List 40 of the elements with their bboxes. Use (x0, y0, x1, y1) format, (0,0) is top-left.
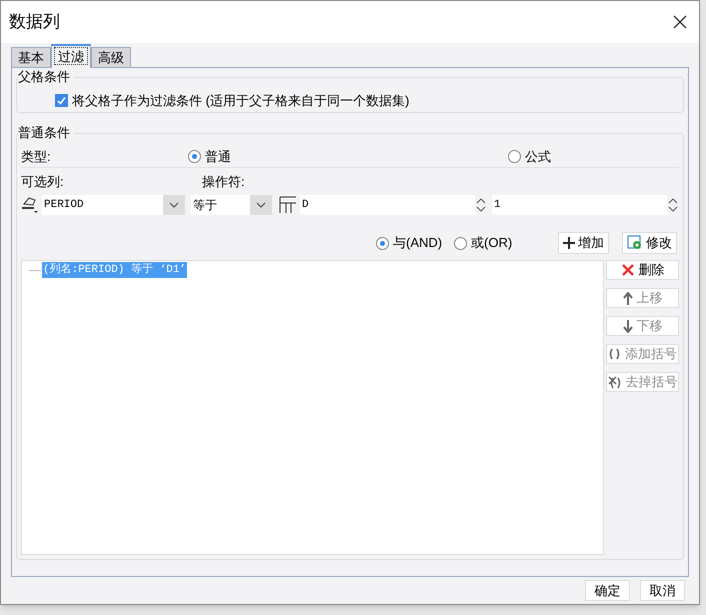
plus-icon (563, 237, 575, 249)
arrow-down-icon (622, 320, 632, 332)
column-select[interactable]: PERIOD (42, 195, 186, 215)
spinner-icon[interactable] (475, 196, 487, 214)
table-icon (279, 196, 297, 214)
radio-button[interactable] (454, 236, 467, 250)
dialog-button[interactable]: 确定 (585, 580, 630, 601)
field-label: 可选列: (21, 173, 65, 192)
add-button[interactable]: 增加 (558, 232, 609, 254)
close-icon (620, 263, 634, 277)
group-title: 普通条件 (18, 125, 74, 141)
checkbox[interactable] (55, 94, 68, 108)
column-type-icon (21, 196, 39, 214)
dialog-button[interactable]: 取消 (640, 580, 685, 601)
radio-label: 公式 (525, 148, 551, 166)
radio-button[interactable] (376, 236, 389, 250)
checkbox-label: 将父格子作为过滤条件 (适用于父子格来自于同一个数据集) (72, 92, 410, 110)
radio-label: 或(OR) (471, 234, 512, 252)
tab[interactable]: 高级 (91, 47, 131, 67)
operator-select[interactable]: 等于 (191, 195, 272, 215)
radio-label: 普通 (205, 148, 231, 166)
radio-label: 与(AND) (393, 234, 442, 252)
radio-button[interactable] (188, 150, 201, 163)
field-label: 操作符: (202, 173, 245, 192)
field-label: 类型: (21, 148, 52, 166)
arrow-up-icon (622, 292, 632, 304)
chevron-down-icon (256, 202, 266, 208)
tab[interactable]: 过滤 (51, 44, 91, 68)
window-title: 数据列 (9, 11, 60, 34)
modify-button[interactable]: 修改 (622, 232, 677, 254)
remove-parentheses-icon (608, 376, 622, 388)
close-icon[interactable] (673, 15, 687, 29)
value-field[interactable]: D (300, 195, 475, 215)
group-title: 父格条件 (18, 69, 74, 85)
value-field[interactable]: 1 (492, 195, 667, 215)
chevron-down-icon (169, 202, 180, 208)
parentheses-icon (608, 348, 621, 360)
radio-button[interactable] (508, 150, 521, 163)
spinner-icon[interactable] (667, 196, 679, 214)
side-button[interactable]: 删除 (606, 260, 679, 280)
